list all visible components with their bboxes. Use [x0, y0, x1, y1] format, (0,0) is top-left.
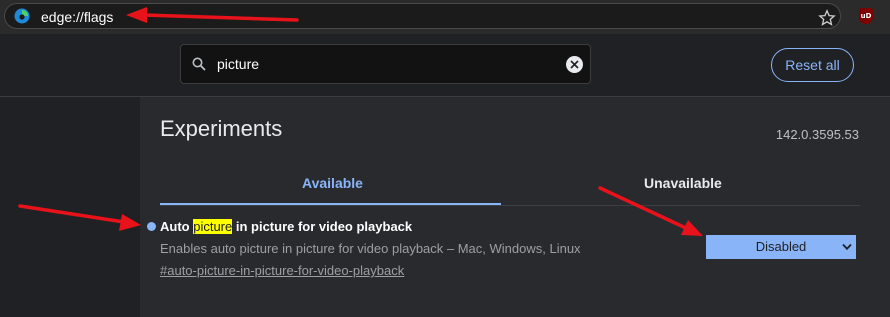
- left-gutter: [0, 97, 140, 317]
- experiment-permalink[interactable]: #auto-picture-in-picture-for-video-playb…: [160, 263, 404, 278]
- version-label: 142.0.3595.53: [775, 127, 859, 142]
- close-icon: [570, 60, 579, 69]
- search-box[interactable]: [180, 44, 591, 84]
- experiment-state-select[interactable]: Disabled: [706, 235, 856, 259]
- search-icon: [192, 57, 206, 71]
- tab-unavailable[interactable]: Unavailable: [644, 175, 722, 191]
- clear-search-button[interactable]: [566, 56, 583, 73]
- favorite-star-icon[interactable]: [818, 9, 836, 27]
- tab-divider: [160, 205, 860, 206]
- search-input[interactable]: [217, 54, 557, 74]
- experiments-panel: Experiments 142.0.3595.53 Available Unav…: [140, 97, 890, 317]
- ublock-extension-icon[interactable]: uD: [859, 8, 873, 24]
- chevron-down-icon: [842, 243, 852, 251]
- experiment-description: Enables auto picture in picture for vide…: [160, 241, 581, 256]
- page-title: Experiments: [160, 116, 283, 141]
- browser-toolbar: edge://flags uD: [0, 0, 890, 34]
- experiment-title: Auto picture in picture for video playba…: [160, 219, 413, 234]
- address-bar[interactable]: edge://flags: [4, 3, 841, 29]
- reset-all-button[interactable]: Reset all: [771, 48, 854, 82]
- selected-option: Disabled: [755, 239, 807, 254]
- search-match-highlight: picture: [193, 219, 233, 234]
- url-text[interactable]: edge://flags: [41, 9, 113, 25]
- modified-indicator-dot: [147, 222, 156, 231]
- edge-logo-icon: [14, 8, 30, 24]
- tab-available[interactable]: Available: [302, 175, 363, 191]
- flags-header: Reset all: [0, 34, 890, 97]
